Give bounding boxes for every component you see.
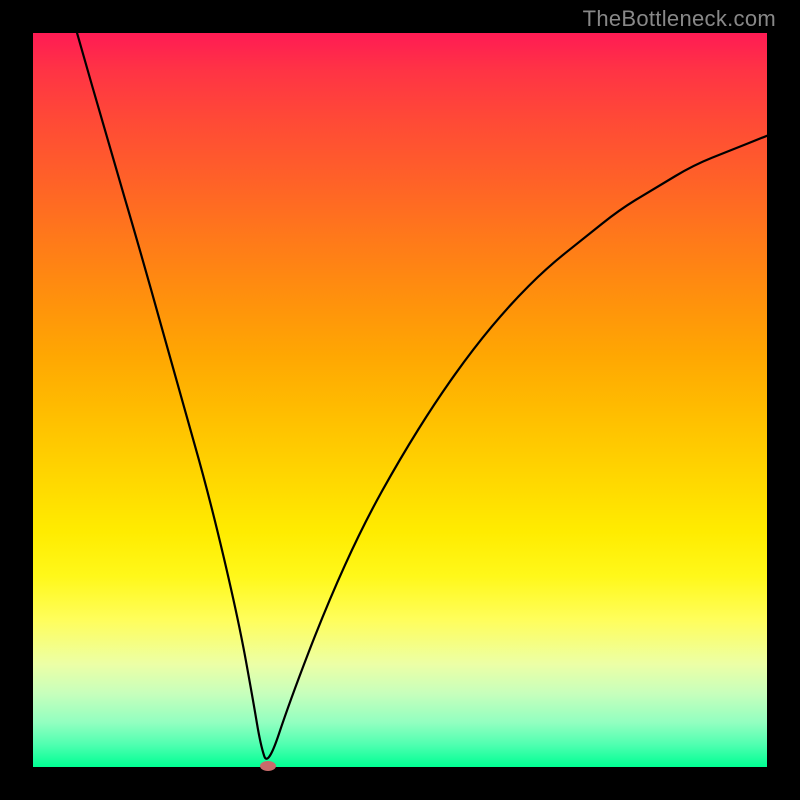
bottleneck-curve xyxy=(77,33,767,759)
minimum-marker xyxy=(260,761,276,771)
curve-layer xyxy=(33,33,767,767)
chart-frame: TheBottleneck.com xyxy=(0,0,800,800)
watermark: TheBottleneck.com xyxy=(583,6,776,32)
